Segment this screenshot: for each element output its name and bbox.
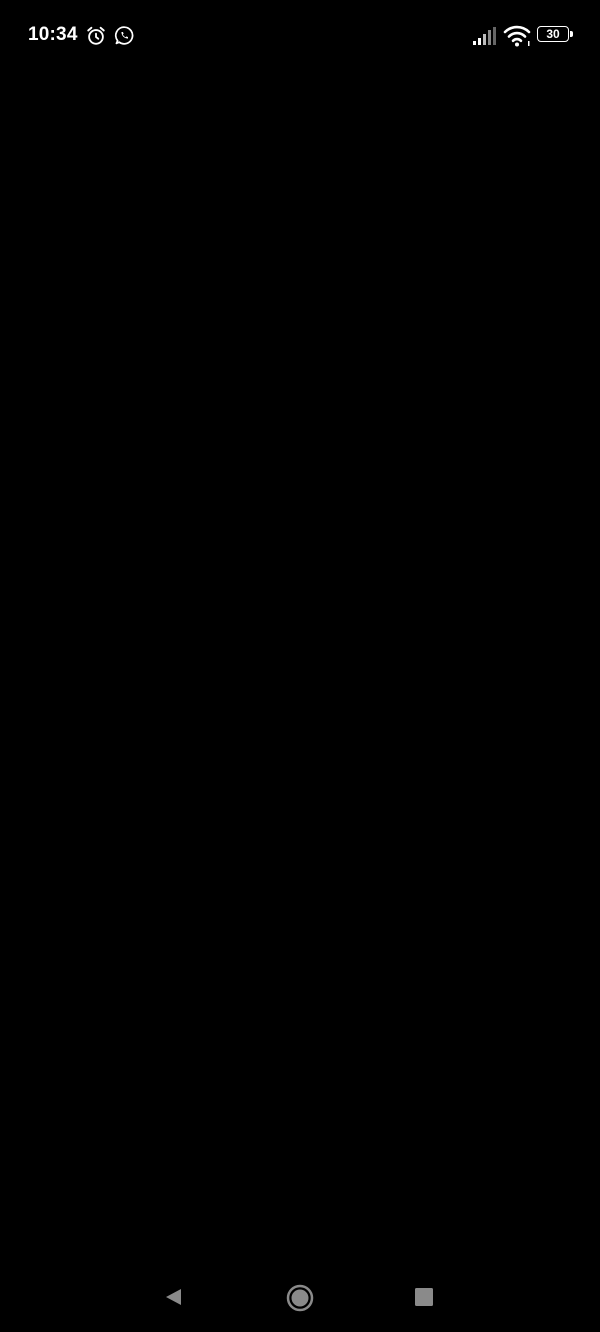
- status-time: 10:34: [28, 24, 78, 45]
- battery-level: 30: [537, 26, 569, 42]
- status-bar: 10:34 30: [0, 0, 600, 72]
- whatsapp-icon: [114, 26, 134, 45]
- signal-icon: [473, 27, 496, 45]
- wifi-icon: [503, 25, 531, 47]
- battery-icon: 30: [537, 26, 573, 44]
- back-icon[interactable]: [162, 1286, 184, 1308]
- battery-tip: [570, 31, 573, 37]
- alarm-icon: [87, 26, 105, 45]
- blank-screen-content: [0, 72, 600, 1252]
- recents-icon[interactable]: [415, 1288, 433, 1306]
- home-icon[interactable]: [286, 1284, 314, 1312]
- navigation-bar: [0, 1262, 600, 1332]
